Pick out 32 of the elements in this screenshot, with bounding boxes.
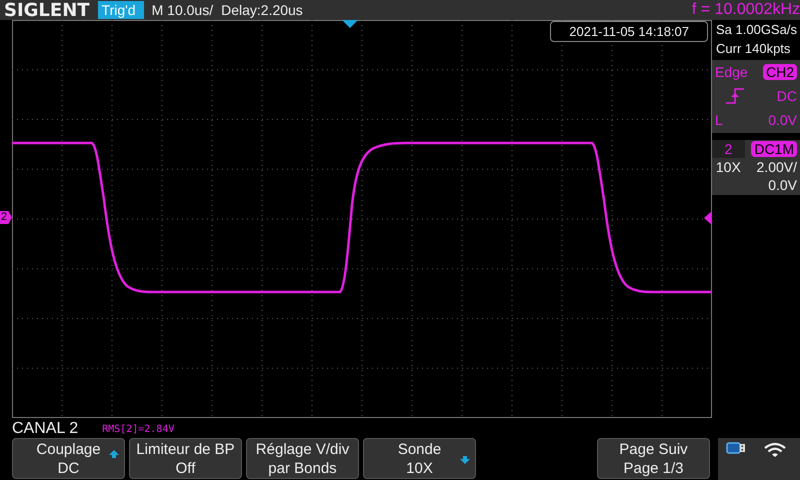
trigger-status: Trig'd [98, 1, 144, 19]
brand-logo: SIGLENT [4, 0, 90, 20]
channel-coupling: DC1M [751, 141, 797, 157]
frequency-readout: f = 10.0002kHz [692, 1, 800, 19]
trigger-level-marker [704, 211, 712, 225]
next-page-softkey[interactable]: Page Suiv Page 1/3 [597, 438, 710, 479]
menu-title: CANAL 2 [12, 420, 78, 438]
vertical-offset: 0.0V [768, 177, 797, 193]
trigger-level-value: 0.0V [768, 112, 797, 128]
arrow-down-icon [460, 455, 470, 465]
trigger-type: Edge [715, 64, 748, 80]
menu-softkey[interactable]: Sonde 10X [363, 438, 476, 479]
channel-number: 2 [712, 140, 745, 158]
menu-softkey[interactable]: Réglage V/div par Bonds [246, 438, 359, 479]
wifi-icon [764, 442, 786, 458]
timebase-label: M 10.0us/ [152, 2, 214, 18]
menu-softkey[interactable]: Limiteur de BP Off [129, 438, 242, 479]
menu-softkey[interactable]: Couplage DC [12, 438, 125, 479]
trigger-level-label: L [715, 112, 723, 128]
sample-rate: Sa 1.00GSa/s [715, 21, 798, 39]
arrow-up-icon [109, 449, 119, 459]
channel-marker: 2 [0, 211, 12, 224]
timestamp: 2021-11-05 14:18:07 [550, 21, 708, 42]
rms-measurement: RMS[2]=2.84V [102, 424, 174, 437]
trigger-source: CH2 [762, 64, 797, 80]
rising-edge-icon [725, 88, 745, 104]
delay-label: Delay:2.20us [221, 2, 303, 18]
probe-ratio: 10X [716, 159, 741, 175]
memory-depth: Curr 140kpts [715, 40, 792, 58]
trigger-coupling: DC [776, 88, 797, 104]
vertical-scale: 2.00V/ [756, 159, 797, 175]
usb-icon [726, 442, 746, 454]
